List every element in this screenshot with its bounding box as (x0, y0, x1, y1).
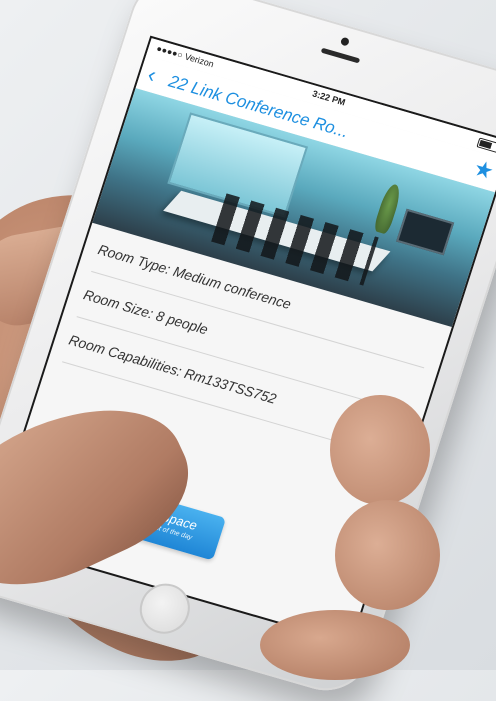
hand-finger-right-2 (335, 500, 440, 610)
star-icon[interactable]: ★ (471, 155, 496, 184)
hand-finger-right-1 (330, 395, 430, 505)
room-plant (372, 182, 404, 235)
photo-scene: ●●●●○ Verizon 3:22 PM ‹ 22 Link Conferen… (0, 0, 496, 701)
chevron-left-icon[interactable]: ‹ (145, 61, 160, 87)
room-tv-screen (396, 208, 455, 256)
